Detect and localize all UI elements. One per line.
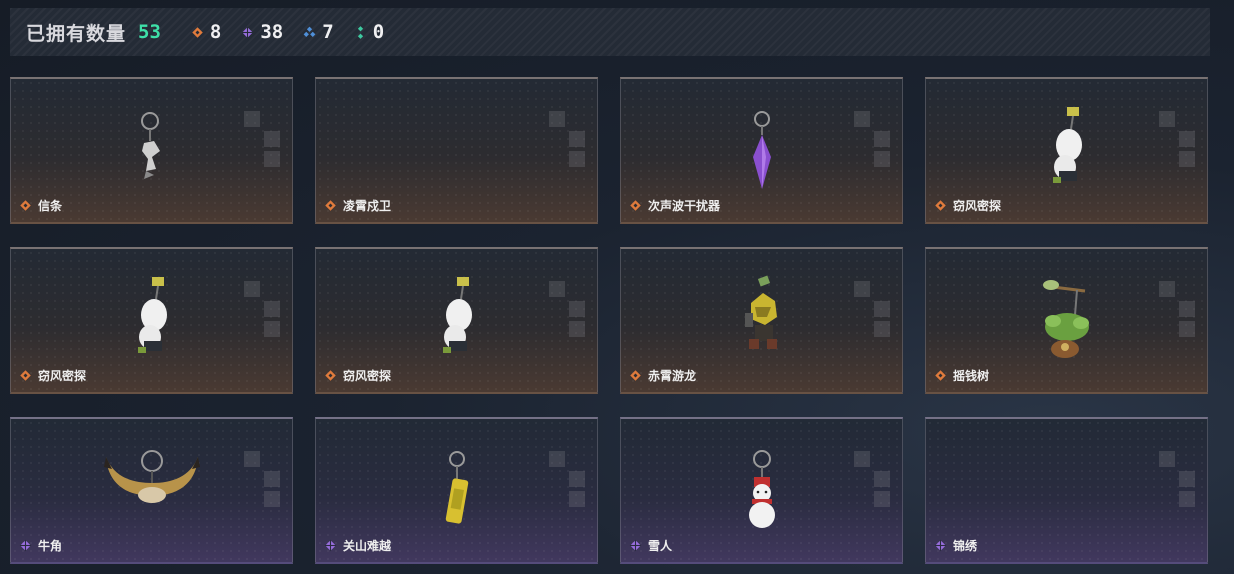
green-count-value: 0	[372, 21, 385, 43]
purple-gem-icon	[629, 539, 642, 552]
orange-gem-icon	[325, 200, 336, 211]
orange-gem-icon	[325, 370, 336, 381]
purple-gem-icon	[242, 26, 254, 38]
charm-card[interactable]: 窃风密探	[10, 247, 293, 394]
green-count: 0	[354, 21, 384, 43]
charm-card[interactable]: 摇钱树	[925, 247, 1208, 394]
charm-card[interactable]: 牛角	[10, 417, 293, 564]
purple-crystal-charm-icon	[752, 111, 771, 189]
white-figure-charm-icon	[140, 112, 160, 179]
orange-gem-icon	[630, 370, 641, 381]
charm-name: 窃风密探	[934, 197, 1001, 214]
charm-name: 赤霄游龙	[629, 367, 696, 384]
corner-pattern-icon	[549, 451, 585, 507]
charm-card[interactable]: 信条	[10, 77, 293, 224]
white-rabbit-charm-icon	[1052, 107, 1082, 183]
charm-name: 雪人	[629, 537, 672, 554]
corner-pattern-icon	[244, 281, 280, 337]
owned-count-label: 已拥有数量	[26, 23, 127, 45]
orange-gem-icon	[630, 200, 641, 211]
orange-gem-icon	[20, 370, 31, 381]
green-gem-icon	[357, 25, 363, 39]
charm-name-label: 牛角	[38, 539, 63, 553]
charm-name-label: 窃风密探	[343, 369, 392, 383]
money-tree-charm-icon	[1042, 280, 1089, 358]
charm-name: 信条	[19, 197, 62, 214]
orange-count: 8	[191, 21, 221, 43]
charm-name: 次声波干扰器	[629, 197, 720, 214]
corner-pattern-icon	[854, 281, 890, 337]
charm-card[interactable]: 赤霄游龙	[620, 247, 903, 394]
charm-name: 牛角	[19, 537, 62, 554]
charm-name: 锦绣	[934, 537, 977, 554]
corner-pattern-icon	[854, 111, 890, 167]
charm-name-label: 窃风密探	[38, 369, 87, 383]
corner-pattern-icon	[549, 281, 585, 337]
owned-count-value: 53	[138, 21, 161, 43]
charm-card[interactable]: 凌霄戍卫	[315, 77, 598, 224]
corner-pattern-icon	[244, 451, 280, 507]
corner-pattern-icon	[1159, 111, 1195, 167]
charm-name-label: 关山难越	[343, 539, 392, 553]
charm-name-label: 凌霄戍卫	[343, 199, 392, 213]
orange-gem-icon	[20, 200, 31, 211]
orange-gem-icon	[935, 200, 946, 211]
blue-count-value: 7	[322, 21, 334, 43]
charm-card[interactable]: 窃风密探	[315, 247, 598, 394]
inventory-header: 已拥有数量 53 8 38 7 0	[10, 8, 1210, 56]
charm-card[interactable]: 次声波干扰器	[620, 77, 903, 224]
corner-pattern-icon	[1159, 451, 1195, 507]
white-rabbit-charm-icon	[442, 277, 472, 353]
purple-count-value: 38	[260, 21, 284, 43]
charm-card[interactable]: 雪人	[620, 417, 903, 564]
corner-pattern-icon	[1159, 281, 1195, 337]
charm-card[interactable]: 关山难越	[315, 417, 598, 564]
purple-gem-icon	[324, 539, 337, 552]
charm-name: 关山难越	[324, 537, 391, 554]
charm-name: 窃风密探	[324, 367, 391, 384]
charm-name: 摇钱树	[934, 367, 989, 384]
white-rabbit-charm-icon	[137, 277, 167, 353]
orange-gem-icon	[935, 370, 946, 381]
bull-horn-charm-icon	[103, 450, 200, 503]
purple-gem-icon	[19, 539, 32, 552]
corner-pattern-icon	[854, 451, 890, 507]
charm-name-label: 雪人	[648, 539, 673, 553]
orange-count-value: 8	[209, 21, 222, 43]
snowman-charm-icon	[748, 450, 775, 528]
charm-name: 凌霄戍卫	[324, 197, 391, 214]
charm-name-label: 信条	[38, 199, 63, 213]
charm-name-label: 赤霄游龙	[648, 369, 697, 383]
charm-name-label: 锦绣	[953, 539, 978, 553]
orange-gem-icon	[192, 26, 203, 38]
corner-pattern-icon	[244, 111, 280, 167]
charm-name-label: 窃风密探	[953, 199, 1002, 213]
charm-name-label: 次声波干扰器	[648, 199, 721, 213]
charm-name-label: 摇钱树	[953, 369, 990, 383]
charm-card[interactable]: 窃风密探	[925, 77, 1208, 224]
dragon-figure-charm-icon	[744, 275, 777, 349]
charm-card[interactable]: 锦绣	[925, 417, 1208, 564]
charm-name: 窃风密探	[19, 367, 86, 384]
yellow-can-charm-icon	[445, 451, 468, 524]
blue-count: 7	[303, 21, 334, 43]
purple-count: 38	[241, 21, 283, 43]
blue-gem-icon	[303, 26, 316, 37]
corner-pattern-icon	[549, 111, 585, 167]
purple-gem-icon	[934, 539, 947, 552]
